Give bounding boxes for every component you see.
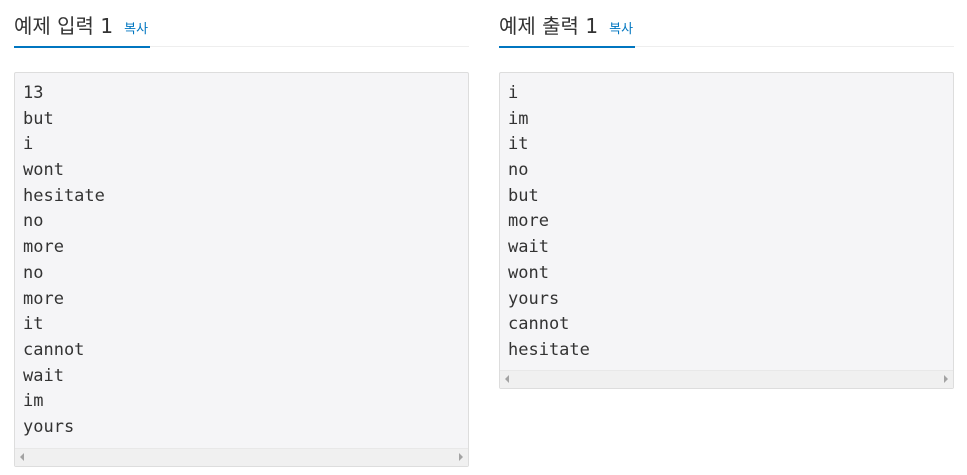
sample-line: 13 — [23, 83, 44, 103]
scroll-right-arrow-icon[interactable] — [459, 453, 463, 461]
sample-output-panel: 예제 출력 1 복사 i im it no but more wait wont yours ca… — [499, 0, 954, 389]
sample-input-lines: 13 but i wont hesitate no more no more it cannot wa… — [15, 73, 468, 441]
sample-line: hesitate — [23, 185, 105, 206]
sample-output-headline-tab: 예제 출력 1 복사 — [499, 10, 636, 48]
sample-line: hesitate — [508, 339, 590, 360]
sample-line: no — [23, 211, 44, 232]
scroll-left-arrow-icon[interactable] — [20, 453, 24, 461]
sample-line: wait — [23, 365, 64, 386]
sample-line: im — [508, 108, 529, 129]
sample-line: but — [23, 108, 54, 129]
sample-output-headline: 예제 출력 1 복사 — [499, 0, 954, 48]
sample-line: cannot — [508, 314, 570, 335]
scroll-left-arrow-icon[interactable] — [505, 375, 509, 383]
sample-line: but — [508, 185, 539, 206]
sample-line: wont — [508, 262, 549, 283]
sample-line: it — [508, 134, 529, 155]
sample-line: cannot — [23, 339, 85, 360]
sample-input-box[interactable]: 13 but i wont hesitate no more no more it cannot wa… — [14, 72, 469, 467]
horizontal-scrollbar[interactable] — [15, 448, 468, 466]
sample-input-headline-tab: 예제 입력 1 복사 — [14, 10, 151, 48]
sample-input-panel: 예제 입력 1 복사 13 but i wont hesitate no more no mor… — [14, 0, 469, 467]
sample-input-title: 예제 입력 1 — [14, 14, 114, 38]
sample-line: im — [23, 391, 44, 412]
sample-line: more — [508, 211, 549, 232]
sample-output-box[interactable]: i im it no but more wait wont yours cannot hesitat… — [499, 72, 954, 389]
sample-line: i — [508, 83, 519, 103]
scroll-right-arrow-icon[interactable] — [944, 375, 948, 383]
sample-line: no — [23, 262, 44, 283]
sample-line: yours — [23, 416, 75, 437]
sample-line: more — [23, 288, 64, 309]
sample-input-headline: 예제 입력 1 복사 — [14, 0, 469, 48]
sample-line: it — [23, 314, 44, 335]
copy-output-button[interactable]: 복사 — [609, 22, 633, 37]
sample-line: more — [23, 237, 64, 258]
copy-input-button[interactable]: 복사 — [124, 22, 148, 37]
sample-output-title: 예제 출력 1 — [499, 14, 599, 38]
sample-line: wont — [23, 160, 64, 181]
sample-line: i — [23, 134, 34, 155]
sample-line: no — [508, 160, 529, 181]
sample-output-lines: i im it no but more wait wont yours cannot hesitat… — [500, 73, 953, 364]
sample-line: wait — [508, 237, 549, 258]
horizontal-scrollbar[interactable] — [500, 370, 953, 388]
sample-line: yours — [508, 288, 560, 309]
